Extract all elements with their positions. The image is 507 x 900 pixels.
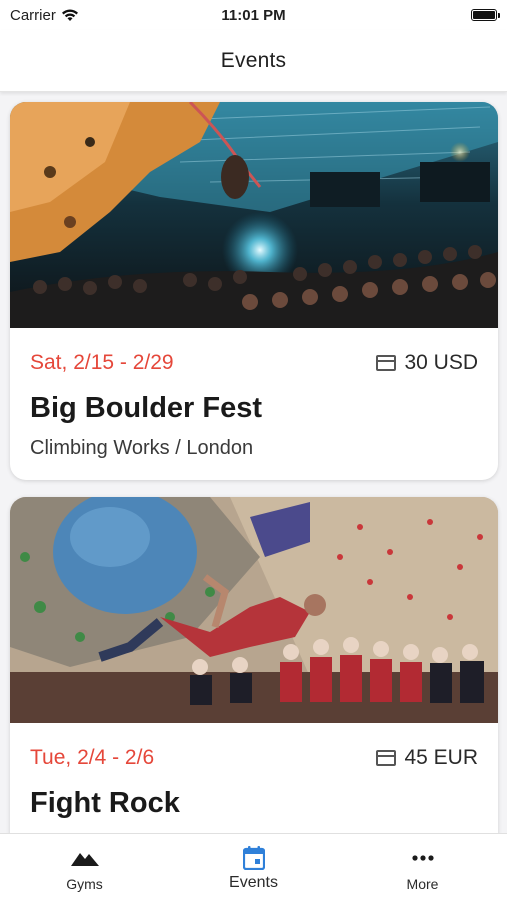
event-price: 30 USD	[376, 351, 478, 375]
event-date: Tue, 2/4 - 2/6	[30, 746, 155, 769]
card-meta-row: Tue, 2/4 - 2/6 45 EUR	[30, 745, 478, 771]
card-body: Tue, 2/4 - 2/6 45 EUR Fight Rock	[10, 723, 498, 820]
card-body: Sat, 2/15 - 2/29 30 USD Big Boulder Fest…	[10, 328, 498, 460]
event-title: Big Boulder Fest	[30, 392, 263, 424]
credit-card-icon	[376, 750, 397, 766]
tab-more[interactable]: More	[338, 834, 507, 900]
nav-header: Events	[0, 30, 507, 92]
event-card[interactable]: Sat, 2/15 - 2/29 30 USD Big Boulder Fest…	[10, 102, 498, 480]
event-price-value: 45 EUR	[404, 746, 478, 769]
calendar-icon	[242, 846, 265, 870]
mountain-icon	[70, 846, 99, 870]
event-date: Sat, 2/15 - 2/29	[30, 351, 174, 374]
battery-fill	[473, 11, 495, 19]
event-image	[10, 497, 498, 723]
event-price-value: 30 USD	[404, 351, 478, 374]
event-price: 45 EUR	[376, 746, 478, 770]
battery-icon	[471, 9, 500, 21]
events-list[interactable]: Sat, 2/15 - 2/29 30 USD Big Boulder Fest…	[0, 92, 507, 833]
wifi-icon	[61, 9, 78, 21]
status-left: Carrier	[10, 7, 79, 24]
page-title: Events	[220, 48, 287, 72]
tab-label: More	[406, 876, 439, 892]
tab-events[interactable]: Events	[169, 834, 338, 900]
status-bar: Carrier 11:01 PM	[0, 0, 507, 30]
event-card[interactable]: Tue, 2/4 - 2/6 45 EUR Fight Rock	[10, 497, 498, 833]
event-image	[10, 102, 498, 328]
card-meta-row: Sat, 2/15 - 2/29 30 USD	[30, 350, 478, 376]
tab-gyms[interactable]: Gyms	[0, 834, 169, 900]
credit-card-icon	[376, 355, 397, 371]
event-location: Climbing Works / London	[30, 437, 254, 459]
more-dots-icon	[411, 846, 434, 870]
tab-bar: Gyms Events More	[0, 833, 507, 900]
carrier-label: Carrier	[10, 6, 56, 24]
event-title: Fight Rock	[30, 787, 180, 819]
tab-label: Events	[229, 874, 278, 891]
tab-label: Gyms	[66, 876, 103, 892]
